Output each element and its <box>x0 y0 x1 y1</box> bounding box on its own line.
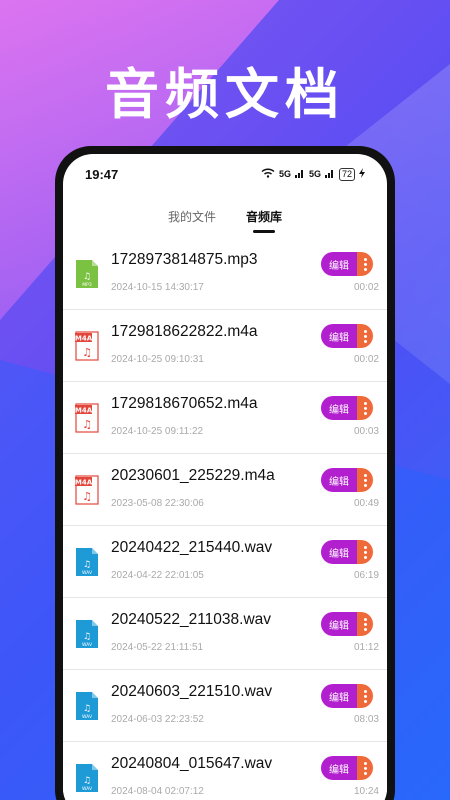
edit-button[interactable]: 编辑 <box>321 540 357 564</box>
svg-text:WAV: WAV <box>82 642 93 648</box>
svg-text:♫: ♫ <box>83 560 91 570</box>
charging-icon <box>359 168 365 180</box>
item-actions: 编辑 <box>321 252 373 276</box>
svg-text:♫: ♫ <box>82 346 92 359</box>
file-date: 2024-06-03 22:23:52 <box>111 713 204 725</box>
file-name: 1729818622822.m4a <box>111 322 258 340</box>
mp3-file-icon: ♫ MP3 <box>75 259 99 289</box>
svg-text:♫: ♫ <box>82 490 92 503</box>
item-actions: 编辑 <box>321 756 373 780</box>
list-item[interactable]: ♫ WAV 20240603_221510.wav 2024-06-03 22:2… <box>63 670 387 742</box>
item-actions: 编辑 <box>321 540 373 564</box>
tab-my-files[interactable]: 我的文件 <box>166 200 218 233</box>
svg-text:WAV: WAV <box>82 570 93 576</box>
file-duration: 00:02 <box>353 281 379 293</box>
file-duration: 10:24 <box>353 785 379 797</box>
wav-file-icon: ♫ WAV <box>75 547 99 577</box>
file-name: 20240522_211038.wav <box>111 610 272 628</box>
edit-button[interactable]: 编辑 <box>321 324 357 348</box>
status-icons: 5G 5G 72 <box>261 167 365 181</box>
file-date: 2024-05-22 21:11:51 <box>111 641 204 653</box>
file-name: 1728973814875.mp3 <box>111 250 258 268</box>
signal-label: 5G <box>308 169 321 179</box>
phone-screen: 19:47 5G 5G 72 我的文件 音频库 ♫ MP3 1728973814… <box>63 154 387 800</box>
edit-button[interactable]: 编辑 <box>321 468 357 492</box>
signal-bars-icon <box>324 168 335 180</box>
edit-button[interactable]: 编辑 <box>321 684 357 708</box>
file-name: 20240804_015647.wav <box>111 754 273 772</box>
wav-file-icon: ♫ WAV <box>75 619 99 649</box>
file-duration: 00:03 <box>353 425 379 437</box>
wav-file-icon: ♫ WAV <box>75 763 99 793</box>
m4a-file-icon: M4A ♫ <box>75 330 99 361</box>
file-duration: 00:02 <box>353 353 379 365</box>
list-item[interactable]: ♫ WAV 20240522_211038.wav 2024-05-22 21:1… <box>63 598 387 670</box>
item-actions: 编辑 <box>321 612 373 636</box>
list-item[interactable]: M4A ♫ 20230601_225229.m4a 2023-05-08 22:3… <box>63 454 387 526</box>
edit-button[interactable]: 编辑 <box>321 252 357 276</box>
file-date: 2023-05-08 22:30:06 <box>111 497 204 509</box>
status-bar: 19:47 5G 5G 72 <box>63 154 387 194</box>
list-item[interactable]: M4A ♫ 1729818670652.m4a 2024-10-25 09:11:… <box>63 382 387 454</box>
file-duration: 08:03 <box>353 713 379 725</box>
file-duration: 01:12 <box>353 641 379 653</box>
file-date: 2024-10-15 14:30:17 <box>111 281 204 293</box>
file-name: 20240603_221510.wav <box>111 682 273 700</box>
item-actions: 编辑 <box>321 324 373 348</box>
tab-bar: 我的文件 音频库 <box>63 194 387 238</box>
promo-headline: 音频文档 <box>105 63 345 126</box>
file-list: ♫ MP3 1728973814875.mp3 2024-10-15 14:30:… <box>63 238 387 800</box>
svg-text:WAV: WAV <box>82 786 93 792</box>
item-actions: 编辑 <box>321 396 373 420</box>
file-date: 2024-08-04 02:07:12 <box>111 785 204 797</box>
svg-text:♫: ♫ <box>83 632 91 642</box>
signal-label: 5G <box>278 169 291 179</box>
svg-text:♫: ♫ <box>83 704 91 714</box>
list-item[interactable]: ♫ WAV 20240422_215440.wav 2024-04-22 22:0… <box>63 526 387 598</box>
list-item[interactable]: ♫ WAV 20240804_015647.wav 2024-08-04 02:0… <box>63 742 387 800</box>
file-date: 2024-04-22 22:01:05 <box>111 569 204 581</box>
signal-bars-icon <box>294 168 305 180</box>
edit-button[interactable]: 编辑 <box>321 756 357 780</box>
edit-button[interactable]: 编辑 <box>321 612 357 636</box>
phone-frame: 19:47 5G 5G 72 我的文件 音频库 ♫ MP3 1728973814… <box>55 146 395 800</box>
m4a-file-icon: M4A ♫ <box>75 402 99 433</box>
battery-level: 72 <box>338 167 355 181</box>
svg-text:♫: ♫ <box>83 272 91 282</box>
svg-text:WAV: WAV <box>82 714 93 720</box>
file-name: 20230601_225229.m4a <box>111 466 275 484</box>
file-date: 2024-10-25 09:11:22 <box>111 425 204 437</box>
list-item[interactable]: ♫ MP3 1728973814875.mp3 2024-10-15 14:30:… <box>63 238 387 310</box>
list-item[interactable]: M4A ♫ 1729818622822.m4a 2024-10-25 09:10:… <box>63 310 387 382</box>
svg-text:M4A: M4A <box>75 406 93 414</box>
m4a-file-icon: M4A ♫ <box>75 474 99 505</box>
svg-text:M4A: M4A <box>75 334 93 342</box>
svg-text:M4A: M4A <box>75 478 93 486</box>
wav-file-icon: ♫ WAV <box>75 691 99 721</box>
status-time: 19:47 <box>85 166 119 182</box>
svg-text:MP3: MP3 <box>82 282 92 288</box>
item-actions: 编辑 <box>321 684 373 708</box>
file-name: 1729818670652.m4a <box>111 394 258 412</box>
tab-audio-library[interactable]: 音频库 <box>244 200 284 233</box>
wifi-icon <box>261 168 275 180</box>
svg-text:♫: ♫ <box>82 418 92 431</box>
edit-button[interactable]: 编辑 <box>321 396 357 420</box>
file-duration: 06:19 <box>353 569 379 581</box>
item-actions: 编辑 <box>321 468 373 492</box>
svg-text:♫: ♫ <box>83 776 91 786</box>
file-name: 20240422_215440.wav <box>111 538 273 556</box>
file-duration: 00:49 <box>353 497 379 509</box>
file-date: 2024-10-25 09:10:31 <box>111 353 204 365</box>
